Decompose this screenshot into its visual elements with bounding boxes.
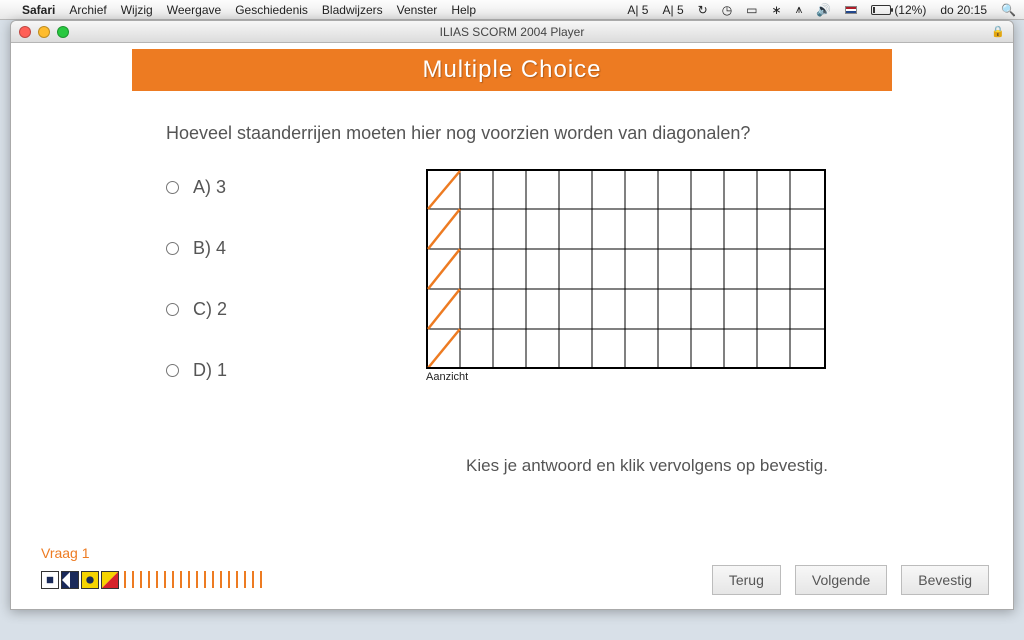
progress-label: Vraag 1 <box>41 545 989 561</box>
flag-icon <box>61 571 79 589</box>
option-label: B) 4 <box>193 238 226 259</box>
progress-tick <box>188 571 190 588</box>
page-content: Multiple Choice Hoeveel staanderrijen mo… <box>11 49 1013 609</box>
page-header: Multiple Choice <box>132 49 892 91</box>
progress-tick <box>124 571 126 588</box>
question-text: Hoeveel staanderrijen moeten hier nog vo… <box>166 121 858 145</box>
progress-flags <box>41 571 265 589</box>
menubar-item[interactable]: Weergave <box>167 3 221 17</box>
window-titlebar: ILIAS SCORM 2004 Player 🔒 <box>11 21 1013 43</box>
mac-menubar: Safari Archief Wijzig Weergave Geschiede… <box>0 0 1024 20</box>
instruction-text: Kies je antwoord en klik vervolgens op b… <box>466 455 858 477</box>
status-text: A| 5 <box>627 3 648 17</box>
wifi-icon[interactable]: ⩚ <box>796 2 803 17</box>
menubar-item[interactable]: Archief <box>69 3 106 17</box>
battery-indicator[interactable]: (12%) <box>871 3 926 17</box>
sync-icon[interactable]: ↻ <box>698 3 708 17</box>
flag-icon <box>101 571 119 589</box>
timemachine-icon[interactable]: ◷ <box>722 3 732 17</box>
menubar-item[interactable]: Wijzig <box>121 3 153 17</box>
bluetooth-icon[interactable]: ∗ <box>772 3 782 17</box>
progress-tick <box>244 571 246 588</box>
menubar-item[interactable]: Geschiedenis <box>235 3 308 17</box>
status-text: A| 5 <box>662 3 683 17</box>
progress-tick <box>172 571 174 588</box>
quiz-footer: Vraag 1 Terug Volgende Bevestig <box>11 545 1013 595</box>
option-d[interactable]: D) 1 <box>166 360 386 381</box>
progress-tick <box>228 571 230 588</box>
progress-tick <box>236 571 238 588</box>
progress-tick <box>260 571 262 588</box>
progress-tick <box>156 571 158 588</box>
back-button[interactable]: Terug <box>712 565 781 595</box>
progress-tick <box>164 571 166 588</box>
menubar-item[interactable]: Help <box>451 3 476 17</box>
option-label: C) 2 <box>193 299 227 320</box>
progress-tick <box>252 571 254 588</box>
progress-tick <box>180 571 182 588</box>
display-icon[interactable]: ▭ <box>746 3 757 17</box>
option-c[interactable]: C) 2 <box>166 299 386 320</box>
answer-options: A) 3 B) 4 C) 2 D) 1 <box>166 177 386 383</box>
window-title: ILIAS SCORM 2004 Player <box>440 25 585 39</box>
progress-tick <box>140 571 142 588</box>
progress-tick <box>132 571 134 588</box>
menubar-item[interactable]: Venster <box>397 3 438 17</box>
question-figure: Aanzicht <box>426 169 858 383</box>
option-label: D) 1 <box>193 360 227 381</box>
option-b-radio[interactable] <box>166 242 179 255</box>
menubar-app-name[interactable]: Safari <box>22 3 55 17</box>
browser-window: ILIAS SCORM 2004 Player 🔒 Multiple Choic… <box>10 20 1014 610</box>
volume-icon[interactable]: 🔊 <box>816 3 831 17</box>
menubar-clock: do 20:15 <box>940 3 987 17</box>
menubar-item[interactable]: Bladwijzers <box>322 3 383 17</box>
confirm-button[interactable]: Bevestig <box>901 565 989 595</box>
lock-icon: 🔒 <box>991 25 1005 38</box>
flag-icon <box>41 571 59 589</box>
next-button[interactable]: Volgende <box>795 565 887 595</box>
progress-tick <box>212 571 214 588</box>
option-b[interactable]: B) 4 <box>166 238 386 259</box>
flag-icon <box>81 571 99 589</box>
option-c-radio[interactable] <box>166 303 179 316</box>
zoom-icon[interactable] <box>57 26 69 38</box>
close-icon[interactable] <box>19 26 31 38</box>
progress-tick <box>148 571 150 588</box>
option-d-radio[interactable] <box>166 364 179 377</box>
spotlight-icon[interactable]: 🔍 <box>1001 3 1016 17</box>
page-title: Multiple Choice <box>422 56 601 84</box>
option-a[interactable]: A) 3 <box>166 177 386 198</box>
progress-tick <box>204 571 206 588</box>
battery-percent: (12%) <box>894 3 926 17</box>
minimize-icon[interactable] <box>38 26 50 38</box>
flag-icon[interactable] <box>845 3 857 17</box>
figure-caption: Aanzicht <box>426 371 858 383</box>
option-label: A) 3 <box>193 177 226 198</box>
option-a-radio[interactable] <box>166 181 179 194</box>
progress-tick <box>196 571 198 588</box>
progress-tick <box>220 571 222 588</box>
